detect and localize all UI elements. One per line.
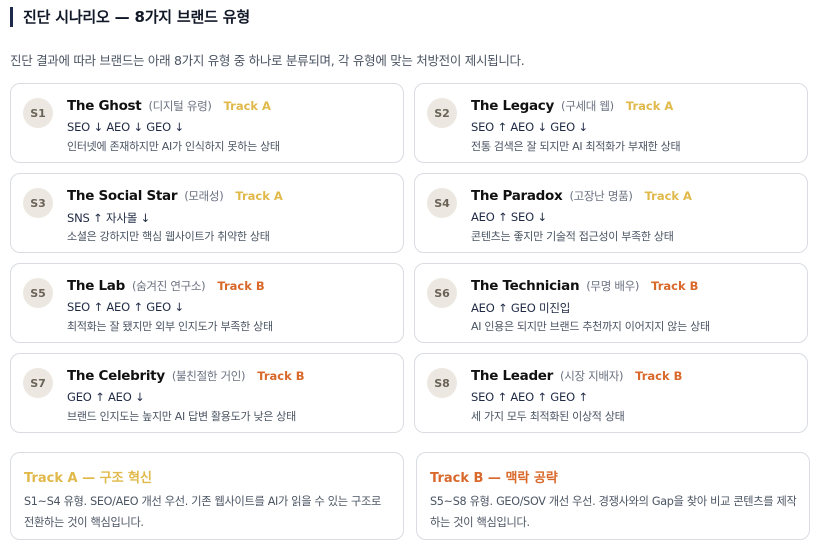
scenario-signals: SEO ↑ AEO ↑ GEO ↓ bbox=[67, 300, 184, 314]
scenario-signals: SNS ↑ 자사몰 ↓ bbox=[67, 211, 150, 225]
title-accent-bar bbox=[10, 6, 13, 27]
track-a-title: Track A — 구조 혁신 bbox=[24, 471, 152, 486]
scenario-name: The Legacy bbox=[471, 98, 555, 114]
track-a-text: S1~S4 유형. SEO/AEO 개선 우선. 기존 웹사이트를 AI가 읽을… bbox=[24, 495, 382, 529]
track-label: Track A bbox=[235, 189, 283, 203]
track-label: Track A bbox=[223, 99, 271, 113]
scenario-title-row: The Legacy (구세대 웹) Track A bbox=[471, 98, 673, 114]
scenario-description: 전통 검색은 잘 되지만 AI 최적화가 부재한 상태 bbox=[471, 140, 681, 153]
track-label: Track A bbox=[625, 99, 674, 113]
scenario-description: 소셜은 강하지만 핵심 웹사이트가 취약한 상태 bbox=[67, 230, 270, 243]
scenario-code-badge: S6 bbox=[427, 278, 457, 308]
scenario-title-row: The Paradox (고장난 명품) Track A bbox=[471, 188, 692, 204]
scenario-name: The Paradox bbox=[471, 188, 563, 204]
scenario-alias: (모래성) bbox=[184, 189, 224, 203]
page-title: 진단 시나리오 — 8가지 브랜드 유형 bbox=[23, 8, 250, 26]
scenario-title-row: The Ghost (디지털 유령) Track A bbox=[67, 98, 271, 114]
scenario-title-row: The Celebrity (불친절한 거인) Track B bbox=[67, 368, 305, 384]
scenario-description: AI 인용은 되지만 브랜드 추천까지 이어지지 않는 상태 bbox=[471, 320, 710, 333]
scenario-card-s5: S5 The Lab (숨겨진 연구소) Track B SEO ↑ AEO ↑… bbox=[10, 263, 404, 343]
scenario-card-s8: S8 The Leader (시장 지배자) Track B SEO ↑ AEO… bbox=[414, 353, 808, 433]
track-b-title: Track B — 맥락 공략 bbox=[430, 471, 558, 486]
scenario-alias: (무명 배우) bbox=[586, 279, 640, 293]
scenario-alias: (고장난 명품) bbox=[569, 189, 633, 203]
scenario-name: The Ghost bbox=[67, 98, 142, 114]
scenario-title-row: The Lab (숨겨진 연구소) Track B bbox=[67, 278, 265, 294]
track-b-text: S5~S8 유형. GEO/SOV 개선 우선. 경쟁사와의 Gap을 찾아 비… bbox=[430, 495, 797, 529]
scenario-signals: SEO ↓ AEO ↓ GEO ↓ bbox=[67, 120, 184, 134]
scenario-signals: AEO ↑ GEO 미진입 bbox=[471, 301, 571, 315]
scenario-name: The Celebrity bbox=[67, 368, 165, 384]
scenario-code-badge: S7 bbox=[23, 368, 53, 398]
scenario-signals: GEO ↑ AEO ↓ bbox=[67, 390, 145, 404]
scenario-card-s2: S2 The Legacy (구세대 웹) Track A SEO ↑ AEO … bbox=[414, 83, 808, 163]
scenario-alias: (구세대 웹) bbox=[561, 99, 614, 113]
scenario-signals: SEO ↑ AEO ↑ GEO ↑ bbox=[471, 390, 588, 404]
scenario-description: 브랜드 인지도는 높지만 AI 답변 활용도가 낮은 상태 bbox=[67, 410, 296, 423]
scenario-title-row: The Leader (시장 지배자) Track B bbox=[471, 368, 682, 384]
scenario-description: 세 가지 모두 최적화된 이상적 상태 bbox=[471, 410, 625, 423]
scenario-code-badge: S5 bbox=[23, 278, 53, 308]
scenario-card-s1: S1 The Ghost (디지털 유령) Track A SEO ↓ AEO … bbox=[10, 83, 404, 163]
scenario-description: 인터넷에 존재하지만 AI가 인식하지 못하는 상태 bbox=[67, 140, 280, 153]
scenario-name: The Technician bbox=[471, 278, 580, 294]
scenario-name: The Leader bbox=[471, 368, 554, 384]
track-label: Track B bbox=[257, 369, 305, 383]
scenario-code-badge: S2 bbox=[427, 98, 457, 128]
scenario-title-row: The Technician (무명 배우) Track B bbox=[471, 278, 698, 294]
scenario-card-s7: S7 The Celebrity (불친절한 거인) Track B GEO ↑… bbox=[10, 353, 404, 433]
track-label: Track B bbox=[635, 369, 683, 383]
scenario-signals: AEO ↑ SEO ↓ bbox=[471, 210, 547, 224]
track-label: Track A bbox=[644, 189, 692, 203]
scenario-name: The Social Star bbox=[67, 188, 178, 204]
scenario-code-badge: S8 bbox=[427, 368, 457, 398]
scenario-title-row: The Social Star (모래성) Track A bbox=[67, 188, 283, 204]
track-label: Track B bbox=[217, 279, 265, 293]
track-label: Track B bbox=[651, 279, 699, 293]
track-b-summary: Track B — 맥락 공략 S5~S8 유형. GEO/SOV 개선 우선.… bbox=[416, 452, 810, 540]
scenario-card-s6: S6 The Technician (무명 배우) Track B AEO ↑ … bbox=[414, 263, 808, 343]
scenario-card-s4: S4 The Paradox (고장난 명품) Track A AEO ↑ SE… bbox=[414, 173, 808, 253]
scenario-alias: (불친절한 거인) bbox=[171, 369, 246, 383]
scenario-alias: (숨겨진 연구소) bbox=[131, 279, 206, 293]
scenario-card-s3: S3 The Social Star (모래성) Track A SNS ↑ 자… bbox=[10, 173, 404, 253]
scenario-description: 콘텐츠는 좋지만 기술적 접근성이 부족한 상태 bbox=[471, 230, 674, 243]
scenario-alias: (시장 지배자) bbox=[560, 369, 624, 383]
scenario-code-badge: S4 bbox=[427, 188, 457, 218]
track-a-summary: Track A — 구조 혁신 S1~S4 유형. SEO/AEO 개선 우선.… bbox=[10, 452, 404, 540]
scenario-signals: SEO ↑ AEO ↓ GEO ↓ bbox=[471, 120, 588, 134]
scenario-alias: (디지털 유령) bbox=[148, 99, 212, 113]
scenario-code-badge: S3 bbox=[23, 188, 53, 218]
scenario-name: The Lab bbox=[67, 278, 125, 294]
page-header: 진단 시나리오 — 8가지 브랜드 유형 bbox=[10, 6, 250, 27]
scenario-description: 최적화는 잘 됐지만 외부 인지도가 부족한 상태 bbox=[67, 320, 273, 333]
page-subtitle: 진단 결과에 따라 브랜드는 아래 8가지 유형 중 하나로 분류되며, 각 유… bbox=[10, 53, 525, 68]
scenario-code-badge: S1 bbox=[23, 98, 53, 128]
